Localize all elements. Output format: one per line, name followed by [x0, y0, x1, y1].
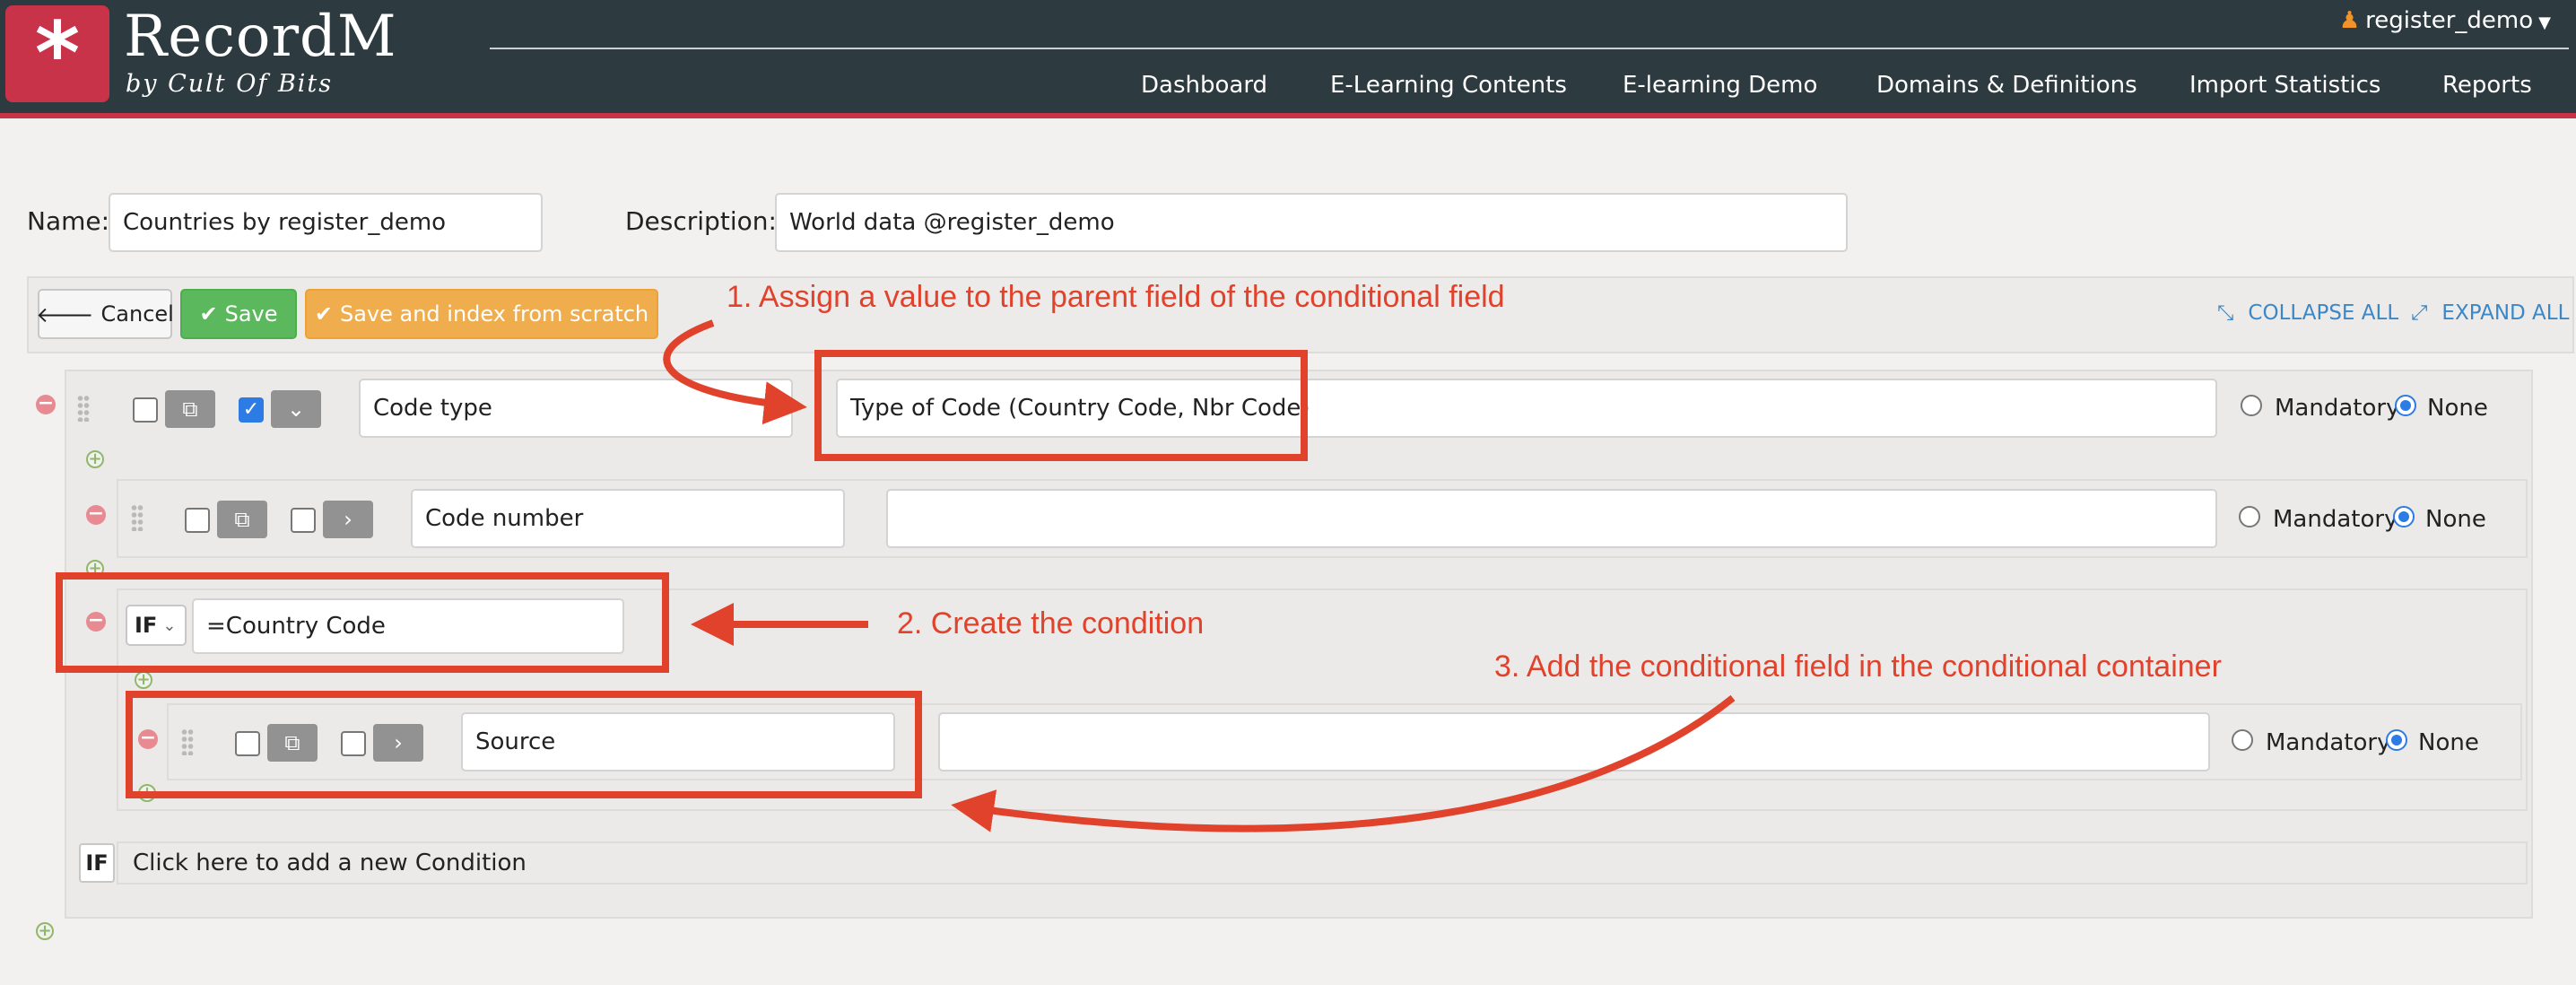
annotation-arrows	[663, 319, 1736, 832]
arrow-step3	[951, 694, 1736, 832]
arrow-step1	[663, 319, 807, 425]
